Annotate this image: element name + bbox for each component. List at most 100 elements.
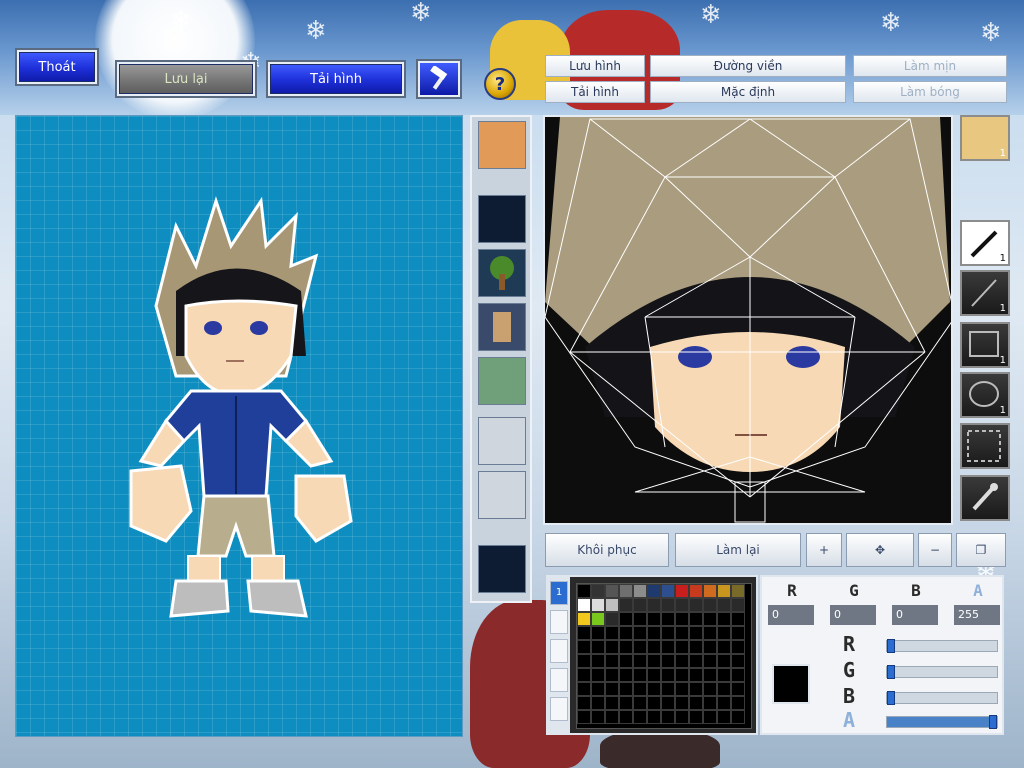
zoom-in-button[interactable]: + <box>806 533 842 567</box>
palette-swatch[interactable] <box>661 598 675 612</box>
palette-swatch[interactable] <box>633 612 647 626</box>
palette-swatch[interactable] <box>591 696 605 710</box>
palette-swatch[interactable] <box>647 584 661 598</box>
palette-swatch[interactable] <box>605 584 619 598</box>
load-image-button[interactable]: Tải hình <box>268 62 404 96</box>
palette-swatch[interactable] <box>661 584 675 598</box>
palette-swatch[interactable] <box>675 598 689 612</box>
palette-swatch[interactable] <box>703 640 717 654</box>
part-face-frown[interactable] <box>478 471 526 519</box>
palette-tab-1[interactable]: 1 <box>550 581 568 605</box>
palette-swatch[interactable] <box>731 626 745 640</box>
slider-knob[interactable] <box>989 715 997 729</box>
palette-swatch[interactable] <box>577 626 591 640</box>
part-face-avatar[interactable] <box>478 121 526 169</box>
palette-swatch[interactable] <box>689 668 703 682</box>
palette-swatch[interactable] <box>661 710 675 724</box>
palette-swatch[interactable] <box>577 640 591 654</box>
smooth-tab[interactable]: Làm mịn <box>853 55 1007 77</box>
palette-swatch[interactable] <box>675 640 689 654</box>
palette-swatch[interactable] <box>633 682 647 696</box>
palette-swatch[interactable] <box>647 668 661 682</box>
palette-swatch[interactable] <box>689 682 703 696</box>
palette-swatch[interactable] <box>689 626 703 640</box>
blue-value-field[interactable]: 0 <box>892 605 938 625</box>
palette-swatch[interactable] <box>703 626 717 640</box>
palette-swatch[interactable] <box>661 654 675 668</box>
palette-swatch[interactable] <box>605 626 619 640</box>
save-button[interactable]: Lưu lại <box>117 62 255 96</box>
outline-tab[interactable]: Đường viền <box>650 55 846 77</box>
part-mask[interactable] <box>478 357 526 405</box>
part-tree[interactable] <box>478 249 526 297</box>
palette-swatch[interactable] <box>577 598 591 612</box>
palette-tab[interactable] <box>550 610 568 634</box>
palette-swatch[interactable] <box>731 654 745 668</box>
palette-swatch[interactable] <box>647 696 661 710</box>
palette-swatch[interactable] <box>633 654 647 668</box>
texture-editor-canvas[interactable] <box>543 115 953 525</box>
palette-swatch[interactable] <box>647 654 661 668</box>
character-preview[interactable] <box>15 115 463 737</box>
palette-swatch[interactable] <box>591 640 605 654</box>
slider-knob[interactable] <box>887 639 895 653</box>
palette-swatch[interactable] <box>731 598 745 612</box>
palette-swatch[interactable] <box>675 668 689 682</box>
palette-swatch[interactable] <box>647 640 661 654</box>
palette-swatch[interactable] <box>591 710 605 724</box>
palette-swatch[interactable] <box>703 584 717 598</box>
palette-swatch[interactable] <box>619 640 633 654</box>
palette-swatch[interactable] <box>577 682 591 696</box>
palette-swatch[interactable] <box>633 710 647 724</box>
palette-swatch[interactable] <box>661 640 675 654</box>
palette-swatch[interactable] <box>703 668 717 682</box>
palette-swatch[interactable] <box>633 668 647 682</box>
palette-swatch[interactable] <box>661 612 675 626</box>
palette-swatch[interactable] <box>605 612 619 626</box>
save-image-tab[interactable]: Lưu hình <box>545 55 645 77</box>
palette-swatch[interactable] <box>605 668 619 682</box>
palette-swatch[interactable] <box>717 640 731 654</box>
slider-knob[interactable] <box>887 691 895 705</box>
green-value-field[interactable]: 0 <box>830 605 876 625</box>
palette-swatch[interactable] <box>605 696 619 710</box>
palette-swatch[interactable] <box>591 682 605 696</box>
palette-swatch[interactable] <box>717 598 731 612</box>
eyedropper-tool[interactable] <box>960 475 1010 521</box>
part-face-blank[interactable] <box>478 417 526 465</box>
exit-button[interactable]: Thoát <box>17 50 97 84</box>
palette-swatch[interactable] <box>591 598 605 612</box>
palette-swatch[interactable] <box>647 710 661 724</box>
palette-swatch[interactable] <box>591 584 605 598</box>
palette-swatch[interactable] <box>731 682 745 696</box>
palette-swatch[interactable] <box>605 710 619 724</box>
palette-swatch[interactable] <box>703 682 717 696</box>
palette-swatch[interactable] <box>661 682 675 696</box>
palette-swatch[interactable] <box>619 612 633 626</box>
palette-swatch[interactable] <box>633 640 647 654</box>
shading-tab[interactable]: Làm bóng <box>853 81 1007 103</box>
slider-knob[interactable] <box>887 665 895 679</box>
load-image-tab[interactable]: Tải hình <box>545 81 645 103</box>
palette-swatch[interactable] <box>605 654 619 668</box>
move-button[interactable]: ✥ <box>846 533 914 567</box>
palette-swatch[interactable] <box>731 640 745 654</box>
palette-swatch[interactable] <box>577 654 591 668</box>
layers-button[interactable]: ❐ <box>956 533 1006 567</box>
palette-swatch[interactable] <box>703 612 717 626</box>
palette-swatch[interactable] <box>591 612 605 626</box>
face-thumb[interactable]: 1 <box>960 115 1010 161</box>
palette-swatch[interactable] <box>633 696 647 710</box>
palette-swatch[interactable] <box>675 654 689 668</box>
palette-swatch[interactable] <box>647 612 661 626</box>
palette-swatch[interactable] <box>605 598 619 612</box>
palette-swatch[interactable] <box>577 668 591 682</box>
palette-swatch[interactable] <box>605 640 619 654</box>
palette-swatch[interactable] <box>619 682 633 696</box>
palette-swatch[interactable] <box>717 626 731 640</box>
redo-button[interactable]: Làm lại <box>675 533 801 567</box>
palette-swatch[interactable] <box>647 682 661 696</box>
palette-swatch[interactable] <box>675 710 689 724</box>
palette-swatch[interactable] <box>647 598 661 612</box>
palette-swatch[interactable] <box>689 612 703 626</box>
